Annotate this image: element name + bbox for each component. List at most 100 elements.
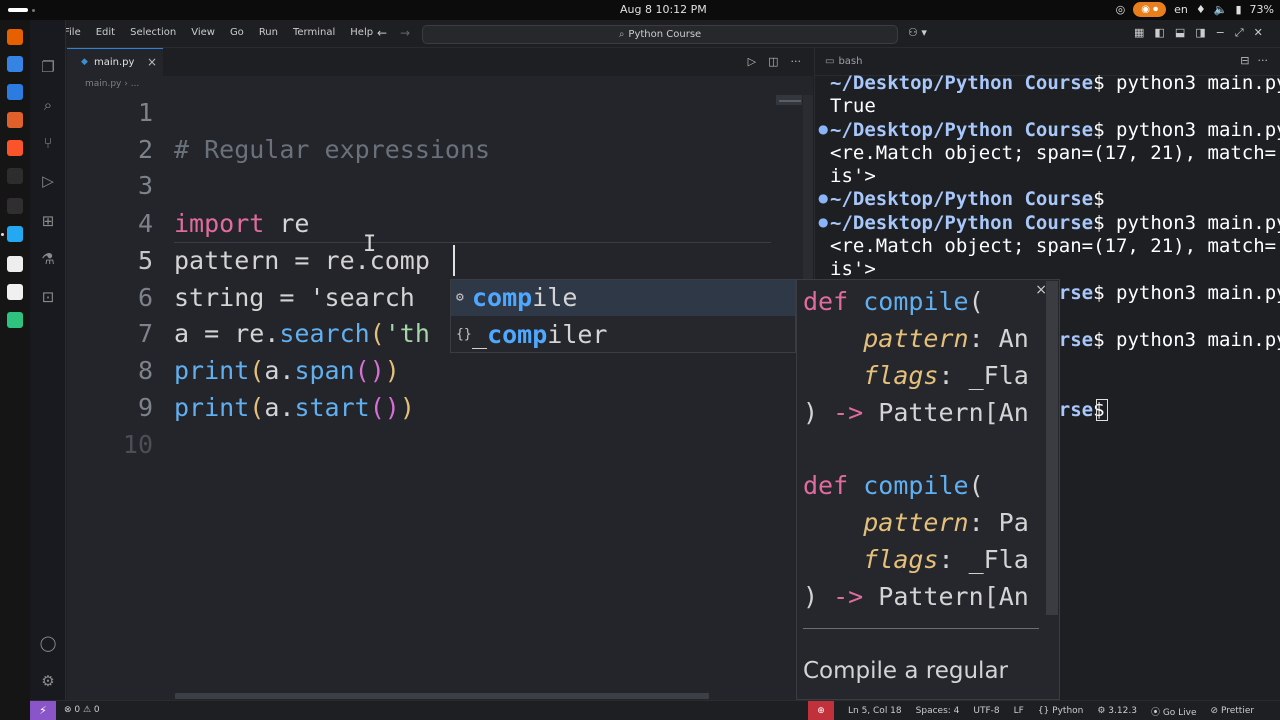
volume-icon[interactable]: 🔈 [1214,3,1228,16]
check-double-icon: ⊘ [1210,706,1221,716]
workspace-dot [32,9,35,12]
toggle-panel-icon[interactable]: ⬓ [1175,26,1185,40]
system-tray[interactable]: ◎ ◉ ⏺ en ♦ 🔈 ▮ 73% [1116,2,1274,17]
terminal-line: ~/Desktop/Python Course$ python3 main.py [830,212,1280,234]
code-line-2[interactable]: # Regular expressions [174,131,490,168]
breadcrumb[interactable]: main.py › ... [85,79,139,89]
terminal-tab[interactable]: ▭ bash [825,56,862,67]
rocket-icon[interactable]: ◎ [1116,3,1126,16]
close-window-icon[interactable]: ✕ [1254,26,1263,40]
dock-app-obs-icon[interactable] [7,198,23,214]
more-actions-icon[interactable]: ··· [791,55,802,68]
language-indicator[interactable]: en [1174,3,1188,16]
code-line-5[interactable]: pattern = re.comp [174,242,430,279]
recording-indicator[interactable]: ◉ ⏺ [1133,2,1167,17]
command-center-search[interactable]: ⌕ Python Course [422,25,898,44]
more-actions-icon[interactable]: ··· [1258,54,1269,67]
terminal-line: ~/Desktop/Python Course$ [830,188,1105,210]
os-top-bar: Aug 8 10:12 PM ◎ ◉ ⏺ en ♦ 🔈 ▮ 73% [0,0,1280,20]
paren-token: () [369,393,400,422]
end-of-line[interactable]: LF [1014,706,1024,716]
layout-controls: ▦ ◧ ⬓ ◨ − ⤢ ✕ [1134,26,1263,40]
python-interpreter[interactable]: ⚙ 3.12.3 [1097,706,1137,716]
suggestion-compiler[interactable]: {} _compiler [451,317,795,353]
paren-token: ( [249,393,265,422]
dock-app-monitor-icon[interactable] [7,312,23,328]
split-editor-icon[interactable]: ◫ [768,55,778,68]
testing-icon[interactable]: ⚗ [39,250,57,268]
menu-run[interactable]: Run [259,27,278,38]
toggle-sidebar-icon[interactable]: ◧ [1154,26,1164,40]
bookmarks-icon[interactable]: ⊡ [39,288,57,306]
signature-line: pattern: Pa [863,508,1029,537]
dock-app-writer-icon[interactable] [7,284,23,300]
terminal-line: ~/Desktop/Python Course$ python3 main.py [830,72,1280,94]
details-scrollbar[interactable] [1046,281,1058,615]
command-decoration-icon[interactable]: ● [818,122,828,136]
problems-indicator[interactable]: ⊗ 0 ⚠ 0 [64,705,100,715]
command-decoration-icon[interactable]: ● [818,191,828,205]
menu-help[interactable]: Help [350,27,373,38]
line-number: 8 [137,356,153,385]
code-line-7[interactable]: a = re.search('th [174,315,430,352]
editor-horizontal-scrollbar[interactable] [175,693,709,699]
prettier-button[interactable]: ⊘ Prettier [1211,706,1255,716]
copilot-icon[interactable]: ⚇ ▾ [908,26,927,39]
dock-app-files-icon[interactable] [7,56,23,72]
battery-percent[interactable]: 73% [1250,3,1274,16]
source-control-icon[interactable]: ⑂ [39,134,57,152]
search-icon[interactable]: ⌕ [39,96,57,114]
customize-layout-icon[interactable]: ▦ [1134,26,1144,40]
menu-file[interactable]: File [64,27,81,38]
encoding[interactable]: UTF-8 [973,706,999,716]
activities-indicator[interactable] [8,8,28,12]
dock-app-notes-icon[interactable] [7,256,23,272]
code-line-8[interactable]: print(a.span()) [174,352,400,389]
back-arrow-icon[interactable]: ← [377,26,387,40]
dock-app-vscode-icon[interactable] [7,226,23,242]
clock[interactable]: Aug 8 10:12 PM [620,3,707,16]
run-debug-icon[interactable]: ▷ [39,172,57,190]
battery-icon[interactable]: ▮ [1235,3,1241,16]
menu-edit[interactable]: Edit [96,27,115,38]
account-icon[interactable]: ◯ [39,634,57,652]
dock-app-store-icon[interactable] [7,84,23,100]
command-decoration-icon[interactable]: ● [818,215,828,229]
dock-app-terminal-icon[interactable] [7,168,23,184]
settings-gear-icon[interactable]: ⚙ [39,672,57,690]
menu-view[interactable]: View [191,27,215,38]
line-number: 2 [137,135,153,164]
code-line-9[interactable]: print(a.start()) [174,389,415,426]
toggle-secondary-sidebar-icon[interactable]: ◨ [1195,26,1205,40]
terminal-output: <re.Match object; span=(17, 21), match='… [830,142,1280,164]
run-file-icon[interactable]: ▷ [748,55,756,68]
restore-icon[interactable]: ⤢ [1235,26,1244,40]
code-line-6[interactable]: string = 'search [174,279,430,316]
explorer-icon[interactable]: ❐ [39,58,57,76]
network-icon[interactable]: ♦ [1196,3,1206,16]
go-live-button[interactable]: ⦿ Go Live [1151,705,1197,718]
dock-app-brave-icon[interactable] [7,140,23,156]
dock-app-toolbox-icon[interactable] [7,112,23,128]
suggestion-compile[interactable]: ⚙ compile [451,280,795,316]
broadcast-icon: ⦿ [1150,707,1163,718]
indentation[interactable]: Spaces: 4 [916,706,960,716]
remote-indicator-icon[interactable]: ⚡ [30,701,56,720]
cursor-position[interactable]: Ln 5, Col 18 [848,706,902,716]
minimize-icon[interactable]: − [1216,26,1225,40]
language-mode[interactable]: {} Python [1038,706,1084,716]
tab-main-py[interactable]: ◆ main.py × [67,48,163,76]
dock-app-firefox-icon[interactable] [7,29,23,45]
menu-selection[interactable]: Selection [130,27,176,38]
menu-terminal[interactable]: Terminal [293,27,335,38]
forward-arrow-icon[interactable]: → [400,26,410,40]
terminal-tab-label: bash [838,56,863,67]
braces-icon: {} [1037,706,1053,716]
extensions-icon[interactable]: ⊞ [39,212,57,230]
code-line-4[interactable]: import re [174,205,309,242]
close-tab-icon[interactable]: × [147,55,157,69]
menu-go[interactable]: Go [230,27,244,38]
running-indicator [1,233,4,236]
lock-icon[interactable]: ⊟ [1240,54,1249,67]
zoom-icon[interactable]: ⊕ [808,701,834,720]
